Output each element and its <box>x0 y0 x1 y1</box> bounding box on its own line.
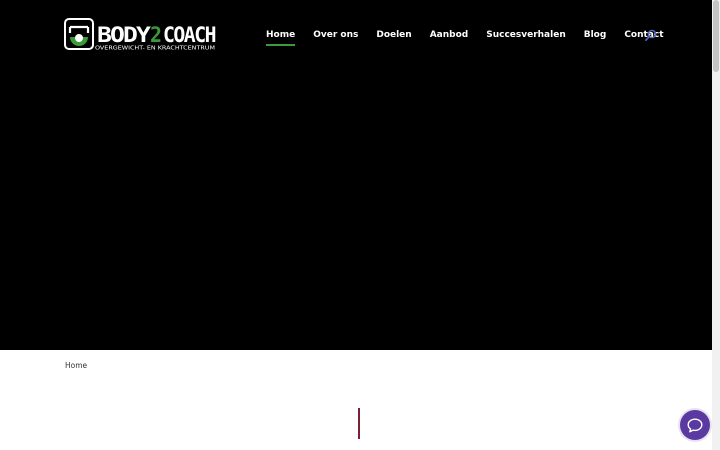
nav-item-succesverhalen[interactable]: Succesverhalen <box>486 29 566 41</box>
nav-item-aanbod[interactable]: Aanbod <box>430 29 469 41</box>
chat-button[interactable] <box>680 410 710 440</box>
divider-line <box>358 408 360 439</box>
body2coach-logo[interactable]: BODY 2 COACH OVERGEWICHT- EN KRACHTCENTR… <box>64 18 216 52</box>
main-navigation: Home Over ons Doelen Aanbod Succesverhal… <box>266 29 664 46</box>
hero-banner <box>0 0 712 350</box>
search-icon[interactable] <box>644 29 658 42</box>
svg-text:BODY: BODY <box>97 23 151 47</box>
nav-item-doelen[interactable]: Doelen <box>376 29 411 41</box>
scrollbar-thumb[interactable] <box>713 0 719 72</box>
svg-text:OVERGEWICHT- EN KRACHTCENTRUM: OVERGEWICHT- EN KRACHTCENTRUM <box>95 46 215 52</box>
nav-item-over-ons[interactable]: Over ons <box>313 29 358 41</box>
svg-text:2: 2 <box>150 23 162 47</box>
breadcrumb-item-home[interactable]: Home <box>65 361 87 370</box>
chat-bubble-icon <box>687 418 703 432</box>
nav-item-home[interactable]: Home <box>266 29 296 46</box>
svg-text:COACH: COACH <box>163 23 216 47</box>
page-scrollbar[interactable] <box>712 0 720 450</box>
nav-item-blog[interactable]: Blog <box>584 29 607 41</box>
breadcrumb: Home <box>65 361 87 370</box>
